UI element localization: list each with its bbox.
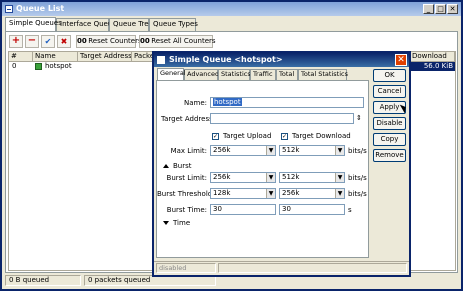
simple-queue-dialog: Simple Queue <hotspot> ✕ General Advance… xyxy=(152,51,411,277)
name-field[interactable]: hotspot xyxy=(210,97,364,108)
window-title: Queue List xyxy=(16,4,65,13)
burst-limit-label: Burst Limit: xyxy=(166,174,207,182)
queue-icon xyxy=(35,63,42,70)
copy-button[interactable]: Copy xyxy=(373,133,406,146)
dropdown-arrow-icon[interactable]: ▼ xyxy=(335,173,344,182)
target-download-label: Target Download xyxy=(292,132,351,140)
tab-queue-tree[interactable]: Queue Tree xyxy=(109,18,153,31)
check-icon: ✔ xyxy=(44,37,52,46)
burst-section-toggle[interactable]: Burst xyxy=(163,162,192,170)
dialog-status-bar: disabled xyxy=(154,261,409,273)
dropdown-arrow-icon[interactable]: ▼ xyxy=(266,173,275,182)
dialog-close-button[interactable]: ✕ xyxy=(395,54,407,66)
tab-queue-types[interactable]: Queue Types xyxy=(149,18,198,31)
time-section-toggle[interactable]: Time xyxy=(163,219,190,227)
burst-threshold-upload-value: 128k xyxy=(213,189,231,197)
window-title-bar[interactable]: Queue List _ □ ✕ xyxy=(2,2,461,16)
burst-section-label: Burst xyxy=(173,162,192,170)
dropdown-arrow-icon[interactable]: ▼ xyxy=(335,189,344,198)
burst-threshold-download-select[interactable]: 256k ▼ xyxy=(279,188,345,199)
dialog-client: General Advanced Statistics Traffic Tota… xyxy=(154,67,409,275)
burst-threshold-upload-select[interactable]: 128k ▼ xyxy=(210,188,276,199)
burst-time-upload-field[interactable]: 30 xyxy=(210,204,276,215)
window-icon xyxy=(5,5,13,13)
burst-limit-unit: bits/s xyxy=(348,174,367,182)
cancel-button[interactable]: Cancel xyxy=(373,85,406,98)
max-limit-upload-value: 256k xyxy=(213,146,231,154)
dialog-tab-advanced[interactable]: Advanced xyxy=(184,69,219,80)
up-down-icon[interactable]: ⇕ xyxy=(356,114,362,122)
target-address-label: Target Address: xyxy=(161,115,216,123)
target-upload-label: Target Upload xyxy=(223,132,272,140)
row-download: 56.0 KiB xyxy=(410,62,455,71)
name-label: Name: xyxy=(183,99,207,107)
cross-icon: ✖ xyxy=(60,37,68,46)
dialog-tab-general[interactable]: General xyxy=(157,68,186,80)
disable-button[interactable]: Disable xyxy=(373,117,406,130)
dropdown-arrow-icon[interactable]: ▼ xyxy=(266,146,275,155)
dialog-tab-statistics[interactable]: Statistics xyxy=(218,69,251,80)
reset-counters-button[interactable]: 00 Reset Counters xyxy=(76,35,142,48)
dropdown-arrow-icon[interactable]: ▼ xyxy=(335,146,344,155)
reset-counters-label: Reset Counters xyxy=(88,37,142,45)
minus-icon: − xyxy=(27,35,37,46)
time-section-label: Time xyxy=(173,219,191,227)
burst-limit-download-value: 512k xyxy=(282,173,300,181)
burst-limit-upload-select[interactable]: 256k ▼ xyxy=(210,172,276,183)
tab-interface-queues[interactable]: Interface Queues xyxy=(56,18,120,31)
burst-threshold-download-value: 256k xyxy=(282,189,300,197)
reset-icon: 00 xyxy=(77,37,87,45)
dialog-status-blank xyxy=(218,263,407,273)
dialog-tab-total-statistics[interactable]: Total Statistics xyxy=(298,69,348,80)
status-bytes-queued: 0 B queued xyxy=(5,275,81,286)
max-limit-upload-select[interactable]: 256k ▼ xyxy=(210,145,276,156)
plus-icon: + xyxy=(11,35,21,46)
maximize-button[interactable]: □ xyxy=(435,4,446,14)
reset-all-counters-button[interactable]: 00 Reset All Counters xyxy=(139,35,216,48)
column-header-target-address[interactable]: Target Address xyxy=(78,52,132,62)
column-header-download[interactable]: Download xyxy=(410,52,455,62)
expand-triangle-icon xyxy=(163,221,169,225)
row-name: hotspot xyxy=(45,62,72,70)
name-value: hotspot xyxy=(213,98,242,106)
column-header-name[interactable]: Name xyxy=(33,52,78,62)
max-limit-download-value: 512k xyxy=(282,146,300,154)
add-button[interactable]: + xyxy=(9,35,23,48)
disable-button[interactable]: ✖ xyxy=(57,35,71,48)
burst-time-unit: s xyxy=(348,206,352,214)
collapse-triangle-icon xyxy=(163,164,169,168)
dialog-title: Simple Queue <hotspot> xyxy=(169,55,283,64)
burst-limit-upload-value: 256k xyxy=(213,173,231,181)
dialog-tab-traffic[interactable]: Traffic xyxy=(250,69,276,80)
burst-time-label: Burst Time: xyxy=(166,206,207,214)
close-button[interactable]: ✕ xyxy=(447,4,458,14)
dialog-tab-total[interactable]: Total xyxy=(276,69,298,80)
remove-button[interactable]: Remove xyxy=(373,149,406,162)
minimize-button[interactable]: _ xyxy=(423,4,434,14)
reset-all-icon: 00 xyxy=(140,37,150,45)
target-upload-checkbox[interactable]: ✓ xyxy=(212,133,219,140)
enable-button[interactable]: ✔ xyxy=(41,35,55,48)
row-index: 0 xyxy=(12,62,17,70)
remove-button[interactable]: − xyxy=(25,35,39,48)
dialog-icon xyxy=(157,56,165,64)
burst-time-download-field[interactable]: 30 xyxy=(279,204,345,215)
target-download-checkbox[interactable]: ✓ xyxy=(281,133,288,140)
dialog-status-text: disabled xyxy=(156,263,216,273)
burst-limit-download-select[interactable]: 512k ▼ xyxy=(279,172,345,183)
tab-simple-queues[interactable]: Simple Queues xyxy=(5,17,62,31)
burst-threshold-label: Burst Threshold: xyxy=(157,190,215,198)
max-limit-label: Max Limit: xyxy=(170,147,207,155)
general-tab-panel: Name: hotspot Target Address: ⇕ ✓ Target… xyxy=(156,80,369,258)
max-limit-unit: bits/s xyxy=(348,147,367,155)
column-header-index[interactable]: # xyxy=(9,52,33,62)
dialog-title-bar[interactable]: Simple Queue <hotspot> ✕ xyxy=(154,53,409,67)
reset-all-counters-label: Reset All Counters xyxy=(151,37,216,45)
max-limit-download-select[interactable]: 512k ▼ xyxy=(279,145,345,156)
burst-threshold-unit: bits/s xyxy=(348,190,367,198)
dropdown-arrow-icon[interactable]: ▼ xyxy=(266,189,275,198)
ok-button[interactable]: OK xyxy=(373,69,406,82)
target-address-field[interactable] xyxy=(210,113,354,124)
